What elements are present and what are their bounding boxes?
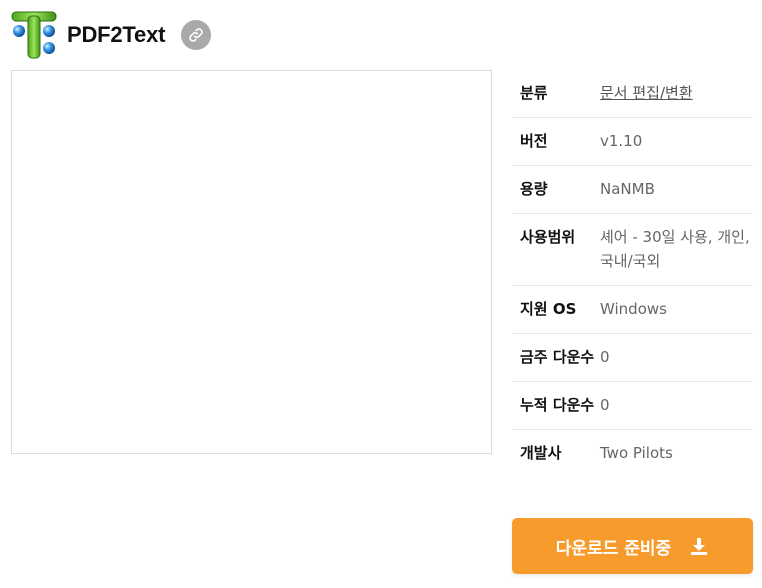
- info-label: 용량: [520, 180, 548, 198]
- info-value: Windows: [600, 300, 667, 318]
- info-value: NaNMB: [600, 180, 655, 198]
- info-value: 문서 편집/변환: [600, 81, 753, 105]
- download-label: 다운로드 준비중: [555, 538, 672, 559]
- link-icon: [188, 27, 204, 43]
- info-row-size: 용량 NaNMB: [512, 166, 753, 214]
- info-row-os: 지원 OS Windows: [512, 286, 753, 334]
- info-label: 개발사: [520, 444, 562, 462]
- info-row-category: 분류 문서 편집/변환: [512, 70, 753, 118]
- info-table: 분류 문서 편집/변환 버전 v1.10 용량 NaNMB 사용범위 셰어 - …: [512, 70, 753, 477]
- info-value: Two Pilots: [600, 444, 673, 462]
- app-header: PDF2Text: [10, 8, 212, 62]
- info-label: 분류: [520, 84, 548, 102]
- info-value: 셰어 - 30일 사용, 개인, 국내/국외: [600, 228, 750, 270]
- info-value: v1.10: [600, 132, 643, 150]
- pdf2text-logo-icon: [10, 10, 60, 60]
- info-value: 0: [600, 348, 610, 366]
- info-label: 금주 다운수: [520, 348, 595, 366]
- info-row-developer: 개발사 Two Pilots: [512, 430, 753, 477]
- info-value: 0: [600, 396, 610, 414]
- info-row-total-downloads: 누적 다운수 0: [512, 382, 753, 430]
- info-label: 사용범위: [520, 228, 576, 246]
- info-label: 지원 OS: [520, 300, 577, 318]
- info-row-license: 사용범위 셰어 - 30일 사용, 개인, 국내/국외: [512, 214, 753, 286]
- download-button[interactable]: 다운로드 준비중: [512, 518, 753, 574]
- category-link[interactable]: 문서 편집/변환: [600, 84, 693, 102]
- info-row-version: 버전 v1.10: [512, 118, 753, 166]
- app-title: PDF2Text: [67, 22, 166, 47]
- screenshot-preview: [11, 70, 492, 454]
- info-label: 누적 다운수: [520, 396, 595, 414]
- info-row-weekly-downloads: 금주 다운수 0: [512, 334, 753, 382]
- download-icon: [689, 536, 709, 556]
- copy-link-button[interactable]: [181, 20, 212, 50]
- info-label: 버전: [520, 132, 548, 150]
